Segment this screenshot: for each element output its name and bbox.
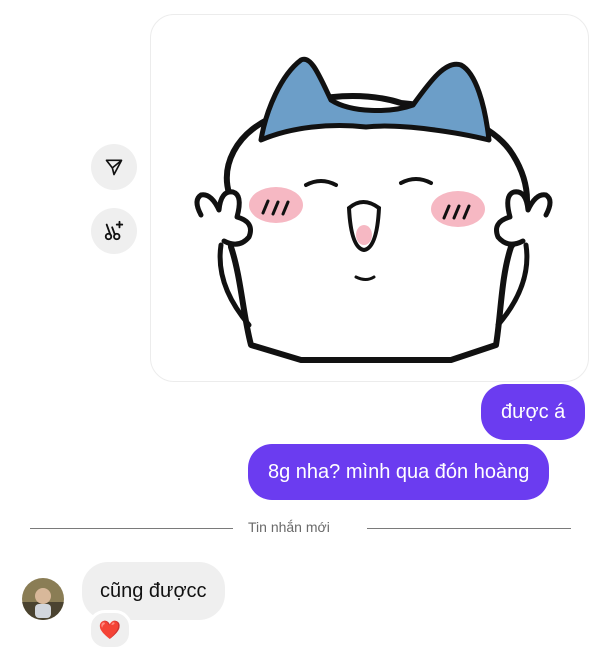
message-text: được á [501,401,566,423]
share-sticker-button[interactable] [91,144,137,190]
heart-icon: ❤️ [98,620,122,640]
cat-sticker-icon [194,56,553,363]
message-text: cũng đượcc [100,579,207,602]
sticker-image-bubble[interactable] [150,14,589,382]
outgoing-message[interactable]: được á [481,384,586,440]
new-messages-label: Tin nhắn mới [248,519,330,535]
avatar-icon [22,578,64,620]
heart-reaction[interactable]: ❤️ [88,610,132,650]
divider-left [30,528,233,529]
message-text: 8g nha? mình qua đón hoàng [268,461,530,483]
outgoing-message[interactable]: 8g nha? mình qua đón hoàng [248,444,550,500]
send-icon [105,159,123,176]
remix-sticker-button[interactable] [91,208,137,254]
avatar[interactable] [22,578,64,620]
divider-right [367,528,571,529]
scissors-sparkle-icon [104,220,124,241]
